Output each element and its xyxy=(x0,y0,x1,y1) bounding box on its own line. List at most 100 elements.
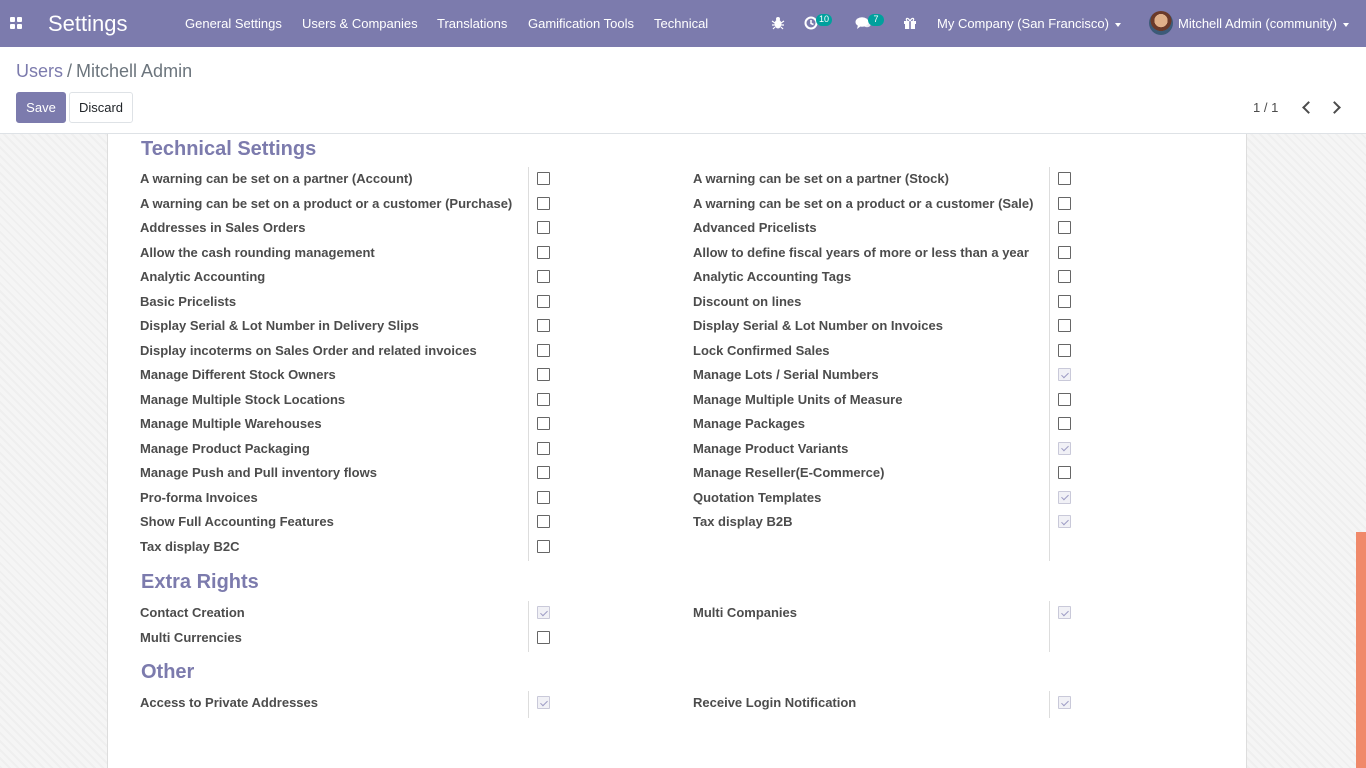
checkbox-display-serial-lot-number-on-invoices[interactable] xyxy=(1058,319,1071,332)
field-label-a-warning-can-be-set-on-a-product-or-a-customer-purchase: A warning can be set on a product or a c… xyxy=(140,195,513,211)
field-label-allow-the-cash-rounding-management: Allow the cash rounding management xyxy=(140,244,375,260)
checkbox-quotation-templates[interactable] xyxy=(1058,490,1071,504)
activity-count-badge: 10 xyxy=(816,14,833,26)
breadcrumb-users-link[interactable]: Users xyxy=(16,61,63,81)
field-label-manage-product-variants: Manage Product Variants xyxy=(693,440,849,456)
checkbox-lock-confirmed-sales[interactable] xyxy=(1058,343,1071,357)
column-divider xyxy=(1049,691,1050,718)
field-label-manage-lots-serial-numbers: Manage Lots / Serial Numbers xyxy=(693,367,879,382)
field-label-a-warning-can-be-set-on-a-product-or-a-customer-sale: A warning can be set on a product or a c… xyxy=(693,195,1034,211)
checkbox-display-serial-lot-number-in-delivery-slips[interactable] xyxy=(537,319,550,332)
checkbox-a-warning-can-be-set-on-a-partner-account[interactable] xyxy=(537,172,550,185)
field-label-addresses-in-sales-orders: Addresses in Sales Orders xyxy=(140,220,306,235)
checkbox-manage-multiple-warehouses[interactable] xyxy=(537,417,550,430)
field-label-manage-multiple-units-of-measure: Manage Multiple Units of Measure xyxy=(693,391,903,407)
field-label-access-to-private-addresses: Access to Private Addresses xyxy=(140,695,319,710)
field-label-manage-product-packaging: Manage Product Packaging xyxy=(140,440,310,456)
field-label-lock-confirmed-sales: Lock Confirmed Sales xyxy=(693,342,830,358)
checkbox-manage-lots-serial-numbers[interactable] xyxy=(1058,368,1071,381)
breadcrumb-current: Mitchell Admin xyxy=(76,61,193,81)
field-label-discount-on-lines: Discount on lines xyxy=(693,293,802,309)
checkbox-manage-product-packaging[interactable] xyxy=(537,441,550,455)
checkbox-contact-creation[interactable] xyxy=(537,606,550,619)
field-label-tax-display-b2c: Tax display B2C xyxy=(140,538,240,554)
checkbox-manage-product-variants[interactable] xyxy=(1058,441,1071,455)
menu-technical[interactable]: Technical xyxy=(654,16,708,31)
pager-next-icon[interactable] xyxy=(1329,100,1343,114)
field-label-advanced-pricelists: Advanced Pricelists xyxy=(693,220,817,235)
checkbox-discount-on-lines[interactable] xyxy=(1058,294,1071,308)
bug-icon[interactable] xyxy=(771,16,785,33)
field-label-allow-to-define-fiscal-years-of-more-or-less-than-a-year: Allow to define fiscal years of more or … xyxy=(693,244,1029,260)
checkbox-analytic-accounting[interactable] xyxy=(537,270,550,283)
checkbox-access-to-private-addresses[interactable] xyxy=(537,696,550,709)
menu-users-companies[interactable]: Users & Companies xyxy=(302,16,418,31)
field-label-receive-login-notification: Receive Login Notification xyxy=(693,695,857,710)
control-panel: Users / Mitchell Admin Save Discard 1 / 1 xyxy=(0,47,1366,134)
chevron-down-icon xyxy=(1342,22,1349,27)
field-label-a-warning-can-be-set-on-a-partner-stock: A warning can be set on a partner (Stock… xyxy=(693,171,949,186)
checkbox-manage-multiple-stock-locations[interactable] xyxy=(537,392,550,406)
company-switcher[interactable]: My Company (San Francisco) xyxy=(937,16,1121,31)
discard-button[interactable]: Discard xyxy=(69,92,133,123)
chevron-down-icon xyxy=(1114,22,1121,27)
checkbox-basic-pricelists[interactable] xyxy=(537,294,550,308)
checkbox-a-warning-can-be-set-on-a-product-or-a-customer-sale[interactable] xyxy=(1058,196,1071,210)
checkbox-pro-forma-invoices[interactable] xyxy=(537,490,550,504)
field-label-display-serial-lot-number-in-delivery-slips: Display Serial & Lot Number in Delivery … xyxy=(140,318,419,333)
checkbox-receive-login-notification[interactable] xyxy=(1058,696,1071,709)
checkbox-a-warning-can-be-set-on-a-product-or-a-customer-purchase[interactable] xyxy=(537,196,550,210)
field-label-display-incoterms-on-sales-order-and-related-invoices: Display incoterms on Sales Order and rel… xyxy=(140,342,477,358)
menu-gamification-tools[interactable]: Gamification Tools xyxy=(528,16,634,31)
checkbox-advanced-pricelists[interactable] xyxy=(1058,221,1071,234)
scrollbar-thumb[interactable] xyxy=(1356,532,1366,768)
gift-icon[interactable] xyxy=(903,16,917,33)
user-avatar[interactable] xyxy=(1149,11,1173,35)
checkbox-multi-companies[interactable] xyxy=(1058,606,1071,619)
checkbox-tax-display-b2b[interactable] xyxy=(1058,515,1071,528)
section-title-extra: Extra Rights xyxy=(141,571,259,593)
field-label-analytic-accounting-tags: Analytic Accounting Tags xyxy=(693,269,852,284)
pager-previous-icon[interactable] xyxy=(1300,100,1314,114)
field-label-contact-creation: Contact Creation xyxy=(140,605,245,620)
field-label-manage-push-and-pull-inventory-flows: Manage Push and Pull inventory flows xyxy=(140,465,377,480)
menu-translations[interactable]: Translations xyxy=(437,16,507,31)
checkbox-display-incoterms-on-sales-order-and-related-invoices[interactable] xyxy=(537,343,550,357)
messages-count-badge: 7 xyxy=(868,14,884,26)
apps-grid-icon[interactable] xyxy=(10,17,22,29)
top-navbar: Settings General Settings Users & Compan… xyxy=(0,0,1366,47)
checkbox-addresses-in-sales-orders[interactable] xyxy=(537,221,550,234)
checkbox-multi-currencies[interactable] xyxy=(537,630,550,644)
field-label-manage-reseller-e-commerce: Manage Reseller(E-Commerce) xyxy=(693,465,885,480)
field-label-manage-different-stock-owners: Manage Different Stock Owners xyxy=(140,367,336,382)
field-label-display-serial-lot-number-on-invoices: Display Serial & Lot Number on Invoices xyxy=(693,318,943,333)
column-divider xyxy=(528,167,529,561)
section-title-technical: Technical Settings xyxy=(141,138,317,160)
checkbox-allow-to-define-fiscal-years-of-more-or-less-than-a-year[interactable] xyxy=(1058,245,1071,259)
checkbox-show-full-accounting-features[interactable] xyxy=(537,515,550,528)
checkbox-manage-different-stock-owners[interactable] xyxy=(537,368,550,381)
field-label-a-warning-can-be-set-on-a-partner-account: A warning can be set on a partner (Accou… xyxy=(140,171,413,186)
save-button[interactable]: Save xyxy=(16,92,66,123)
breadcrumb-separator: / xyxy=(67,61,73,81)
user-menu[interactable]: Mitchell Admin (community) xyxy=(1178,16,1349,31)
checkbox-a-warning-can-be-set-on-a-partner-stock[interactable] xyxy=(1058,172,1071,185)
checkbox-analytic-accounting-tags[interactable] xyxy=(1058,270,1071,283)
field-label-basic-pricelists: Basic Pricelists xyxy=(140,293,237,309)
checkbox-manage-reseller-e-commerce[interactable] xyxy=(1058,466,1071,479)
field-label-manage-multiple-stock-locations: Manage Multiple Stock Locations xyxy=(140,391,346,407)
field-label-multi-companies: Multi Companies xyxy=(693,605,798,620)
checkbox-tax-display-b2c[interactable] xyxy=(537,539,550,553)
checkbox-manage-packages[interactable] xyxy=(1058,417,1071,430)
field-label-pro-forma-invoices: Pro-forma Invoices xyxy=(140,489,258,505)
menu-general-settings[interactable]: General Settings xyxy=(185,16,282,31)
field-label-manage-multiple-warehouses: Manage Multiple Warehouses xyxy=(140,416,322,431)
checkbox-manage-multiple-units-of-measure[interactable] xyxy=(1058,392,1071,406)
checkbox-manage-push-and-pull-inventory-flows[interactable] xyxy=(537,466,550,479)
column-divider xyxy=(528,691,529,718)
company-name: My Company (San Francisco) xyxy=(937,16,1109,31)
field-label-multi-currencies: Multi Currencies xyxy=(140,629,242,645)
checkbox-allow-the-cash-rounding-management[interactable] xyxy=(537,245,550,259)
field-label-manage-packages: Manage Packages xyxy=(693,416,806,431)
app-title: Settings xyxy=(48,11,128,36)
